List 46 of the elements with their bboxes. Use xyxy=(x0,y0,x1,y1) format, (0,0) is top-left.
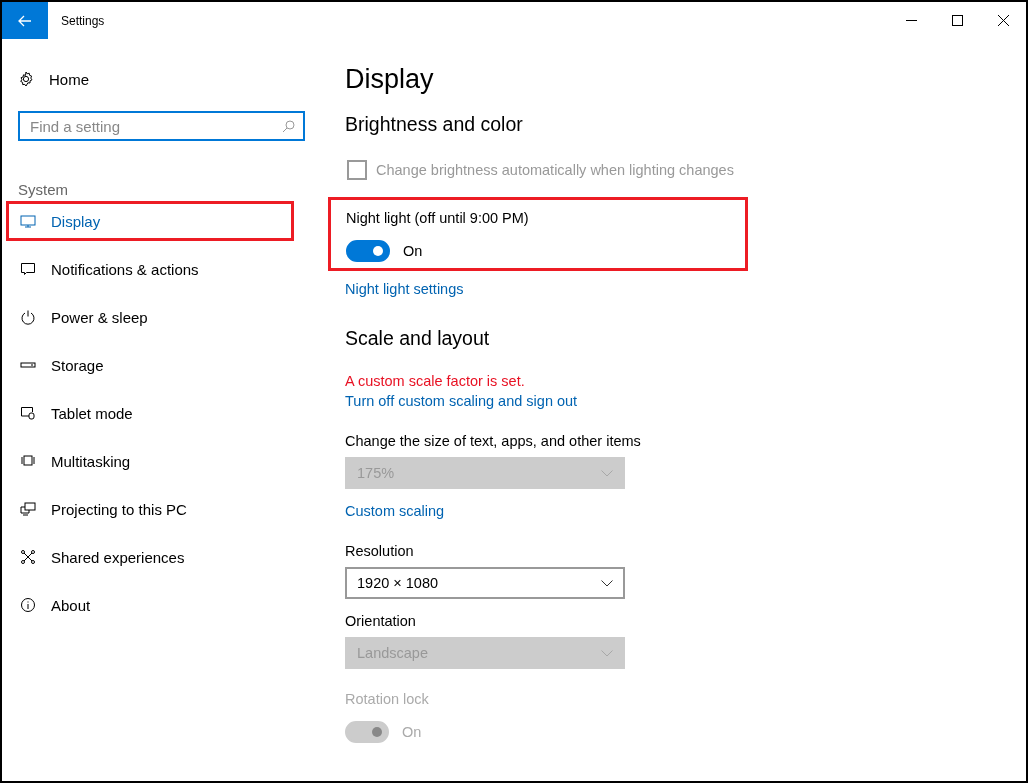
toggle-state: On xyxy=(403,243,423,259)
nav-item[interactable]: Shared experiences xyxy=(6,533,294,581)
link[interactable]: Turn off custom scaling and sign out xyxy=(345,393,578,413)
nav-item[interactable]: Power & sleep xyxy=(6,293,294,341)
nav-item[interactable]: Projecting to this PC xyxy=(6,485,294,533)
nav-item[interactable]: About xyxy=(6,581,294,629)
search-field[interactable]: Find a setting xyxy=(18,111,305,141)
dropdown-label: Resolution xyxy=(345,543,415,561)
toggle-label: Night light (off until 9:00 PM) xyxy=(346,210,530,228)
window-title: Settings xyxy=(61,13,106,28)
chevron-down-icon xyxy=(601,469,613,477)
toggle-switch[interactable] xyxy=(346,240,390,262)
toggle-label: Rotation lock xyxy=(345,691,430,709)
link[interactable]: Night light settings xyxy=(345,281,464,301)
search-icon xyxy=(282,120,295,133)
windows-icon xyxy=(20,453,36,469)
info-icon xyxy=(20,597,36,613)
chevron-down-icon xyxy=(601,579,613,587)
nav-item[interactable]: Notifications & actions xyxy=(6,245,294,293)
nav-item[interactable]: Multitasking xyxy=(6,437,294,485)
toggle-state: On xyxy=(402,724,422,740)
tablet-icon xyxy=(20,405,36,421)
power-icon xyxy=(20,309,36,325)
group-label: System xyxy=(18,181,69,200)
close-icon[interactable] xyxy=(998,15,1009,26)
home-nav-item[interactable]: Home xyxy=(18,69,327,89)
nav-item[interactable]: Storage xyxy=(6,341,294,389)
page-title: Display xyxy=(345,63,435,96)
nodes-icon xyxy=(20,549,36,565)
maximize-icon[interactable] xyxy=(952,15,963,26)
nav-item[interactable]: Display xyxy=(6,201,294,241)
dropdown-label: Change the size of text, apps, and other items xyxy=(345,433,642,451)
chevron-down-icon xyxy=(601,649,613,657)
nav-item[interactable]: Tablet mode xyxy=(6,389,294,437)
speech-bubble-icon xyxy=(20,261,36,277)
dropdown[interactable]: 1920 × 1080 xyxy=(345,567,625,599)
dropdown-label: Orientation xyxy=(345,613,417,631)
section-heading: Scale and layout xyxy=(345,326,491,351)
back-arrow-icon xyxy=(18,14,32,27)
screens-icon xyxy=(20,501,36,517)
monitor-icon xyxy=(20,213,36,229)
gear-icon xyxy=(18,71,34,87)
link[interactable]: Custom scaling xyxy=(345,503,445,523)
section-heading: Brightness and color xyxy=(345,112,524,137)
warning-text: A custom scale factor is set. xyxy=(345,373,526,391)
checkbox-label: Change brightness automatically when lighting changes xyxy=(376,162,734,178)
